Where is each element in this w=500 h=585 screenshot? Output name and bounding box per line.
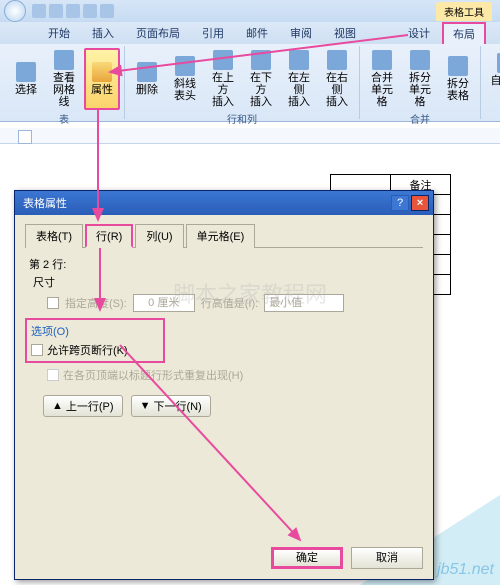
delete-icon [137, 62, 157, 82]
btn-autofit[interactable]: 自动调整 [485, 48, 500, 105]
dialog-tabs: 表格(T) 行(R) 列(U) 单元格(E) [25, 223, 423, 248]
qat-redo-icon[interactable] [66, 4, 80, 18]
watermark-corner: jb51.net [437, 561, 494, 579]
height-type-select[interactable]: 最小值 [264, 294, 344, 312]
options-section: 选项(O) 允许跨页断行(K) [25, 318, 165, 363]
allow-break-checkbox[interactable] [31, 344, 43, 356]
table-properties-dialog: 表格属性 ? × 表格(T) 行(R) 列(U) 单元格(E) 第 2 行: 尺… [14, 190, 434, 580]
btn-gridlines[interactable]: 查看网格线 [46, 48, 82, 110]
dialog-titlebar[interactable]: 表格属性 ? × [15, 191, 433, 215]
tab-mail[interactable]: 邮件 [236, 22, 278, 44]
down-arrow-icon: ▼ [140, 400, 151, 412]
merge-icon [372, 50, 392, 70]
btn-delete[interactable]: 删除 [129, 48, 165, 110]
size-label: 尺寸 [33, 274, 423, 290]
grid-icon [54, 50, 74, 70]
prev-row-button[interactable]: ▲上一行(P) [43, 395, 123, 417]
row-above-icon [213, 50, 233, 70]
next-row-button[interactable]: ▼下一行(N) [131, 395, 211, 417]
tab-insert[interactable]: 插入 [82, 22, 124, 44]
btn-split-table[interactable]: 拆分表格 [440, 48, 476, 110]
col-left-icon [289, 50, 309, 70]
tab-home[interactable]: 开始 [38, 22, 80, 44]
tab-page-layout[interactable]: 页面布局 [126, 22, 190, 44]
cancel-button[interactable]: 取消 [351, 547, 423, 569]
dialog-tab-table[interactable]: 表格(T) [25, 224, 83, 248]
ruler [0, 128, 500, 144]
group-autofit: 自动调整 [481, 46, 500, 119]
row-number-label: 第 2 行: [29, 256, 423, 272]
qat-save-icon[interactable] [32, 4, 46, 18]
title-bar: 表格工具 [0, 0, 500, 22]
quick-access-toolbar [32, 4, 114, 18]
group-label-table: 表 [59, 110, 69, 126]
btn-insert-left[interactable]: 在左侧插入 [281, 48, 317, 110]
specify-height-checkbox[interactable] [47, 297, 59, 309]
group-merge: 合并单元格 拆分单元格 拆分表格 合并 [360, 46, 481, 119]
btn-properties[interactable]: 属性 [84, 48, 120, 110]
col-right-icon [327, 50, 347, 70]
dialog-close-button[interactable]: × [411, 195, 429, 211]
split-icon [410, 50, 430, 70]
btn-insert-above[interactable]: 在上方插入 [205, 48, 241, 110]
tab-view[interactable]: 视图 [324, 22, 366, 44]
tab-design[interactable]: 设计 [398, 22, 440, 44]
office-button[interactable] [4, 0, 26, 22]
height-spinner[interactable]: 0 厘米 [133, 294, 195, 312]
dialog-help-button[interactable]: ? [391, 195, 409, 211]
group-label-rowcol: 行和列 [227, 110, 257, 126]
ok-button[interactable]: 确定 [271, 547, 343, 569]
group-label-merge: 合并 [410, 110, 430, 126]
qat-undo-icon[interactable] [49, 4, 63, 18]
tab-review[interactable]: 审阅 [280, 22, 322, 44]
repeat-header-label: 在各页顶端以标题行形式重复出现(H) [63, 367, 243, 383]
qat-print-icon[interactable] [83, 4, 97, 18]
allow-break-label: 允许跨页断行(K) [47, 342, 128, 358]
row-below-icon [251, 50, 271, 70]
diag-icon [175, 56, 195, 76]
split-table-icon [448, 56, 468, 76]
btn-insert-right[interactable]: 在右侧插入 [319, 48, 355, 110]
btn-split[interactable]: 拆分单元格 [402, 48, 438, 110]
btn-select[interactable]: 选择 [8, 48, 44, 110]
contextual-tab-title: 表格工具 [436, 2, 492, 21]
height-is-label: 行高值是(I): [201, 295, 258, 311]
btn-insert-below[interactable]: 在下方插入 [243, 48, 279, 110]
btn-merge[interactable]: 合并单元格 [364, 48, 400, 110]
tab-references[interactable]: 引用 [192, 22, 234, 44]
group-rows-cols: 删除 斜线表头 在上方插入 在下方插入 在左侧插入 在右侧插入 行和列 [125, 46, 360, 119]
dialog-tab-row[interactable]: 行(R) [85, 224, 133, 248]
ribbon: 选择 查看网格线 属性 表 删除 斜线表头 在上方插入 在下方插入 在左侧插入 … [0, 44, 500, 122]
dialog-tab-column[interactable]: 列(U) [135, 224, 183, 248]
specify-height-label: 指定高度(S): [65, 295, 127, 311]
ribbon-tabs: 开始 插入 页面布局 引用 邮件 审阅 视图 设计 布局 [0, 22, 500, 44]
dialog-title: 表格属性 [19, 195, 391, 211]
repeat-header-checkbox [47, 369, 59, 381]
dialog-tab-cell[interactable]: 单元格(E) [186, 224, 256, 248]
tab-layout[interactable]: 布局 [442, 22, 486, 44]
cursor-icon [16, 62, 36, 82]
properties-icon [92, 62, 112, 82]
group-table: 选择 查看网格线 属性 表 [4, 46, 125, 119]
qat-preview-icon[interactable] [100, 4, 114, 18]
options-label: 选项(O) [31, 323, 159, 339]
up-arrow-icon: ▲ [52, 400, 63, 412]
btn-diag-header[interactable]: 斜线表头 [167, 48, 203, 110]
